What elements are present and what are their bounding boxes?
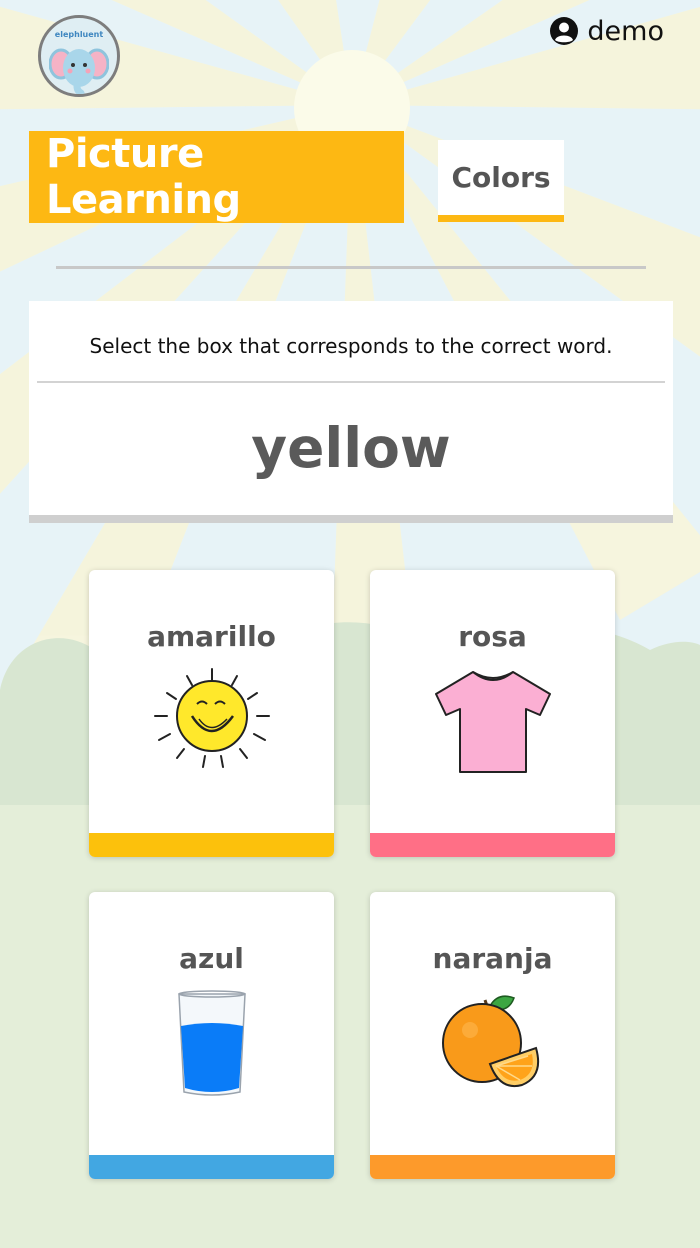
topic-label: Colors — [451, 161, 551, 194]
option-color-bar — [89, 833, 334, 857]
tab-topic[interactable]: Colors — [438, 140, 564, 222]
orange-fruit-icon — [441, 995, 539, 1087]
option-color-bar — [370, 833, 615, 857]
sun-icon — [153, 668, 270, 768]
option-label: azul — [179, 942, 244, 975]
pink-shirt-icon — [434, 671, 551, 773]
user-menu[interactable]: demo — [549, 14, 664, 48]
page-title: Picture Learning — [46, 131, 241, 223]
option-card-azul[interactable]: azul — [89, 892, 334, 1179]
app-logo[interactable]: elephluent — [38, 15, 120, 97]
water-glass-icon — [177, 990, 246, 1096]
elephant-icon — [49, 48, 109, 94]
section-divider — [56, 266, 646, 269]
option-color-bar — [89, 1155, 334, 1179]
question-panel: Select the box that corresponds to the c… — [29, 301, 673, 523]
username: demo — [587, 15, 664, 47]
option-label: naranja — [432, 942, 553, 975]
option-label: rosa — [458, 620, 527, 653]
option-card-naranja[interactable]: naranja — [370, 892, 615, 1179]
question-divider — [37, 381, 665, 383]
option-card-rosa[interactable]: rosa — [370, 570, 615, 857]
option-card-amarillo[interactable]: amarillo — [89, 570, 334, 857]
page-title-box: Picture Learning — [29, 131, 404, 223]
option-color-bar — [370, 1155, 615, 1179]
instruction-text: Select the box that corresponds to the c… — [89, 334, 613, 358]
user-circle-icon — [550, 17, 579, 45]
option-label: amarillo — [147, 620, 276, 653]
target-word: yellow — [251, 416, 451, 480]
